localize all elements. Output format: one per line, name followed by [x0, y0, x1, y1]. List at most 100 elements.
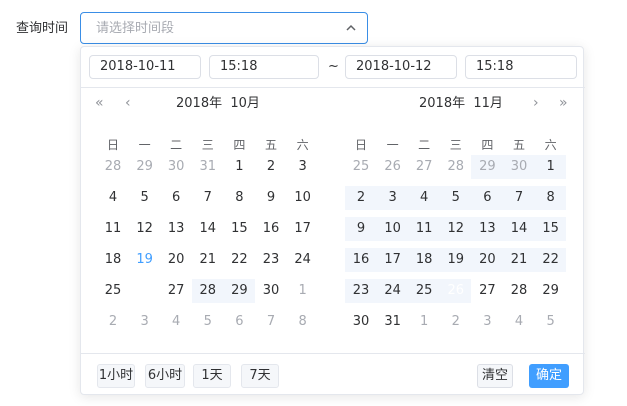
- calendar-day[interactable]: 17: [377, 248, 409, 272]
- calendar-day[interactable]: 28: [192, 279, 224, 303]
- calendar-day[interactable]: 3: [471, 310, 503, 334]
- calendar-day[interactable]: 30: [255, 279, 287, 303]
- chevron-up-icon[interactable]: [345, 22, 357, 34]
- calendar-day[interactable]: 4: [408, 186, 440, 210]
- calendar-day[interactable]: 10: [287, 186, 319, 210]
- calendar-day[interactable]: 6: [160, 186, 192, 210]
- shortcut-1-hour[interactable]: 1小时: [97, 364, 135, 388]
- calendar-day[interactable]: 3: [377, 186, 409, 210]
- calendar-day[interactable]: 18: [408, 248, 440, 272]
- calendar-day[interactable]: 15: [535, 217, 567, 241]
- calendar-day[interactable]: 27: [471, 279, 503, 303]
- calendar-day[interactable]: 24: [287, 248, 319, 272]
- calendar-day[interactable]: 6: [471, 186, 503, 210]
- chevron-left-icon[interactable]: ‹: [125, 96, 131, 110]
- calendar-day[interactable]: 9: [255, 186, 287, 210]
- calendar-day[interactable]: 26: [377, 155, 409, 179]
- calendar-day[interactable]: 26: [129, 279, 161, 303]
- calendar-day[interactable]: 29: [129, 155, 161, 179]
- calendar-day[interactable]: 5: [535, 310, 567, 334]
- calendar-day[interactable]: 25: [97, 279, 129, 303]
- calendar-day[interactable]: 11: [97, 217, 129, 241]
- calendar-day[interactable]: 25: [345, 155, 377, 179]
- calendar-day[interactable]: 27: [160, 279, 192, 303]
- start-time-input[interactable]: 15:18: [209, 55, 319, 79]
- calendar-day[interactable]: 1: [408, 310, 440, 334]
- calendar-day[interactable]: 6: [223, 310, 255, 334]
- calendar-day[interactable]: 9: [345, 217, 377, 241]
- calendar-day[interactable]: 2: [97, 310, 129, 334]
- calendar-day[interactable]: 31: [377, 310, 409, 334]
- calendar-day[interactable]: 16: [255, 217, 287, 241]
- clear-button[interactable]: 清空: [477, 364, 513, 388]
- calendar-day[interactable]: 17: [287, 217, 319, 241]
- calendar-day[interactable]: 20: [471, 248, 503, 272]
- calendar-day[interactable]: 15: [223, 217, 255, 241]
- calendar-day[interactable]: 5: [129, 186, 161, 210]
- calendar-day[interactable]: 25: [408, 279, 440, 303]
- calendar-day[interactable]: 29: [535, 279, 567, 303]
- calendar-day[interactable]: 2: [255, 155, 287, 179]
- calendar-day[interactable]: 7: [255, 310, 287, 334]
- end-date-input[interactable]: 2018-10-12: [345, 55, 457, 79]
- chevron-right-icon[interactable]: ›: [533, 96, 539, 110]
- calendar-day[interactable]: 3: [287, 155, 319, 179]
- calendar-day[interactable]: 26: [440, 279, 472, 303]
- calendar-day[interactable]: 13: [471, 217, 503, 241]
- calendar-day[interactable]: 8: [287, 310, 319, 334]
- calendar-day[interactable]: 19: [129, 248, 161, 272]
- calendar-day[interactable]: 8: [223, 186, 255, 210]
- calendar-day[interactable]: 7: [192, 186, 224, 210]
- calendar-day[interactable]: 5: [440, 186, 472, 210]
- double-chevron-right-icon[interactable]: »: [559, 96, 568, 110]
- calendar-day[interactable]: 21: [192, 248, 224, 272]
- calendar-day[interactable]: 11: [408, 217, 440, 241]
- calendar-day[interactable]: 4: [97, 186, 129, 210]
- calendar-day[interactable]: 7: [503, 186, 535, 210]
- calendar-day[interactable]: 30: [160, 155, 192, 179]
- calendar-day[interactable]: 1: [287, 279, 319, 303]
- calendar-day[interactable]: 4: [160, 310, 192, 334]
- double-chevron-left-icon[interactable]: «: [95, 96, 104, 110]
- calendar-day[interactable]: 18: [97, 248, 129, 272]
- calendar-day[interactable]: 22: [535, 248, 567, 272]
- calendar-day[interactable]: 21: [503, 248, 535, 272]
- calendar-day[interactable]: 19: [440, 248, 472, 272]
- calendar-day[interactable]: 10: [377, 217, 409, 241]
- shortcut-1-day[interactable]: 1天: [193, 364, 231, 388]
- calendar-day[interactable]: 12: [440, 217, 472, 241]
- shortcut-7-days[interactable]: 7天: [241, 364, 279, 388]
- calendar-day[interactable]: 24: [377, 279, 409, 303]
- calendar-day[interactable]: 12: [129, 217, 161, 241]
- calendar-day[interactable]: 27: [408, 155, 440, 179]
- calendar-day[interactable]: 22: [223, 248, 255, 272]
- end-time-input[interactable]: 15:18: [465, 55, 577, 79]
- calendar-day[interactable]: 16: [345, 248, 377, 272]
- calendar-day[interactable]: 2: [440, 310, 472, 334]
- calendar-day[interactable]: 28: [503, 279, 535, 303]
- calendar-day[interactable]: 28: [440, 155, 472, 179]
- calendar-day[interactable]: 1: [223, 155, 255, 179]
- calendar-day[interactable]: 23: [345, 279, 377, 303]
- shortcut-6-hours[interactable]: 6小时: [145, 364, 185, 388]
- calendar-day[interactable]: 4: [503, 310, 535, 334]
- calendar-day[interactable]: 29: [223, 279, 255, 303]
- confirm-button[interactable]: 确定: [529, 364, 569, 388]
- calendar-day[interactable]: 14: [192, 217, 224, 241]
- calendar-day[interactable]: 30: [503, 155, 535, 179]
- calendar-day[interactable]: 28: [97, 155, 129, 179]
- calendar-day[interactable]: 20: [160, 248, 192, 272]
- calendar-day[interactable]: 31: [192, 155, 224, 179]
- calendar-day[interactable]: 30: [345, 310, 377, 334]
- calendar-day[interactable]: 1: [535, 155, 567, 179]
- start-date-input[interactable]: 2018-10-11: [89, 55, 201, 79]
- calendar-day[interactable]: 29: [471, 155, 503, 179]
- date-range-input[interactable]: 请选择时间段: [80, 12, 368, 44]
- calendar-day[interactable]: 5: [192, 310, 224, 334]
- calendar-day[interactable]: 2: [345, 186, 377, 210]
- calendar-day[interactable]: 14: [503, 217, 535, 241]
- calendar-day[interactable]: 23: [255, 248, 287, 272]
- calendar-day[interactable]: 8: [535, 186, 567, 210]
- calendar-day[interactable]: 13: [160, 217, 192, 241]
- calendar-day[interactable]: 3: [129, 310, 161, 334]
